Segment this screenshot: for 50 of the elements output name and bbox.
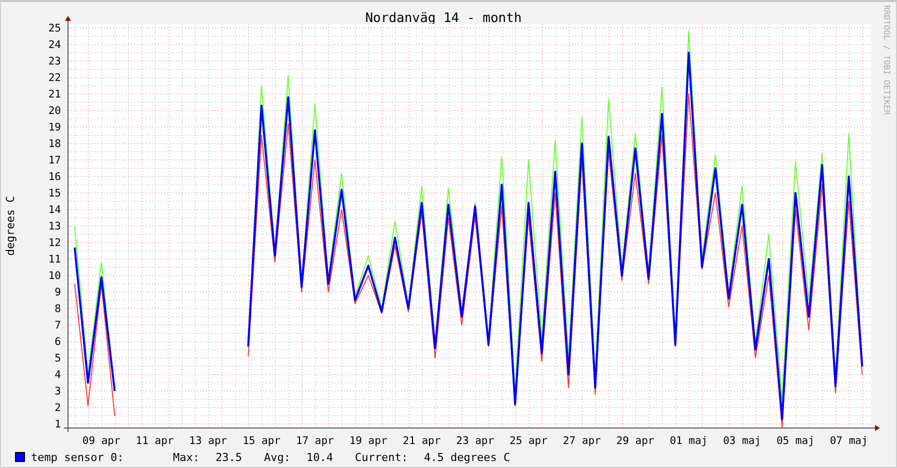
stat-label: Current: xyxy=(355,450,408,464)
axis-tick-label: 15 xyxy=(48,188,61,200)
axis-tick-label: 19 xyxy=(48,122,61,134)
axis-tick-label: 05 maj xyxy=(776,435,814,447)
axis-tick-label: 24 xyxy=(48,39,61,52)
axis-tick-label: 13 apr xyxy=(189,435,228,447)
axis-tick-label: 8 xyxy=(54,303,61,316)
axis-tick-label: 6 xyxy=(54,336,61,348)
axis-tick-label: 14 xyxy=(48,204,61,216)
axis-tick-label: 17 apr xyxy=(296,435,334,447)
axis-tick-label: 07 maj xyxy=(830,435,868,447)
axis-tick-label: 9 xyxy=(54,286,61,299)
axis-tick-label: 16 xyxy=(48,171,61,184)
axis-tick-label: 7 xyxy=(54,320,61,332)
axis-label: degrees C xyxy=(4,196,17,256)
axis-tick-label: 5 xyxy=(54,352,61,365)
stat-value: 23.5 xyxy=(216,450,242,464)
axis-tick-label: 1 xyxy=(54,418,61,431)
axis-tick-label: 12 xyxy=(48,237,61,250)
axis-tick-label: 21 apr xyxy=(402,435,441,447)
axis-tick-label: 17 xyxy=(48,154,61,167)
axis-tick-label: 29 apr xyxy=(616,435,654,447)
chart-title: Nordanväg 14 - month xyxy=(365,12,522,26)
axis-tick-label: 09 apr xyxy=(82,435,120,447)
axis-tick-label: 11 xyxy=(48,254,61,266)
axis-tick-label: 01 maj xyxy=(670,435,708,447)
axis-tick-label: 13 xyxy=(48,220,61,233)
axis-tick-label: 11 apr xyxy=(136,435,174,447)
axis-tick-label: 19 apr xyxy=(349,435,388,447)
credit-text: RRDTOOL / TOBI OETIKER xyxy=(882,5,892,115)
axis-tick-label: 18 xyxy=(48,138,61,150)
stat-label: Avg: xyxy=(264,450,290,464)
axis-tick-label: 15 apr xyxy=(242,435,280,447)
axis-tick-label: 10 xyxy=(48,270,61,282)
axis-tick-label: 27 apr xyxy=(562,435,601,447)
axis-tick-label: 20 xyxy=(48,105,61,118)
stat-value: 10.4 xyxy=(306,450,333,464)
axis-tick-label: 25 apr xyxy=(510,435,548,447)
axis-tick-label: 21 xyxy=(48,88,61,101)
axis-tick-label: 2 xyxy=(54,402,61,414)
legend-label: temp sensor 0: xyxy=(31,450,125,464)
stat-value: 4.5 degrees C xyxy=(424,450,510,464)
axis-tick-label: 3 xyxy=(54,386,61,398)
stat-label: Max: xyxy=(173,450,200,464)
axis-tick-label: 4 xyxy=(54,369,61,382)
axis-tick-label: 25 xyxy=(48,22,61,35)
axis-tick-label: 23 xyxy=(48,56,61,68)
axis-tick-label: 22 xyxy=(48,72,61,84)
axis-tick-label: 03 maj xyxy=(723,435,762,447)
axis-tick-label: 23 apr xyxy=(456,435,494,447)
